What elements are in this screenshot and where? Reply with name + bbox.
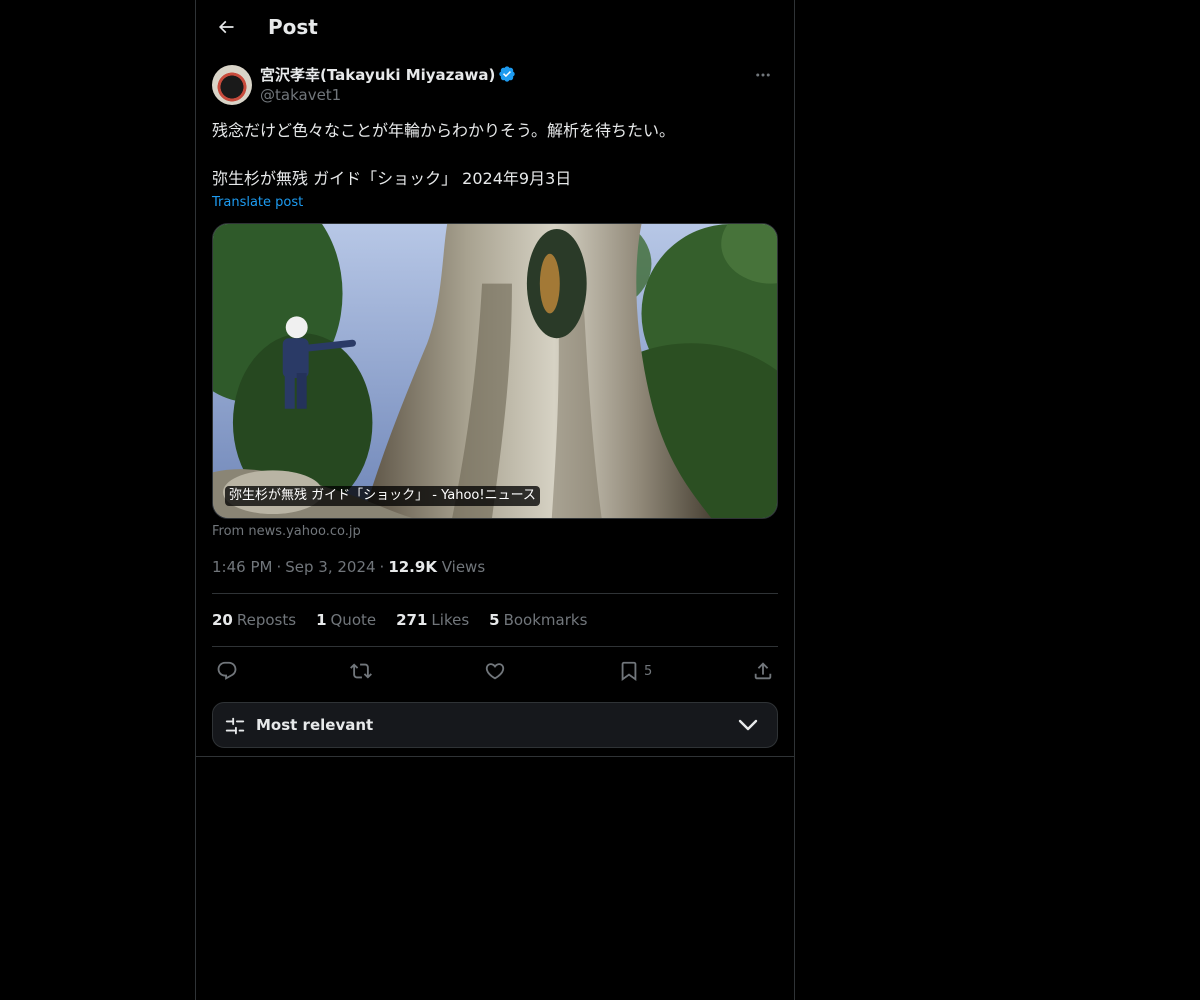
divider — [212, 593, 778, 594]
likes-label: Likes — [431, 611, 470, 629]
post-text-line: 残念だけど色々なことが年輪からわかりそう。解析を待ちたい。 — [212, 121, 676, 140]
repost-button[interactable] — [350, 653, 372, 689]
post-date[interactable]: Sep 3, 2024 — [285, 558, 375, 576]
separator-dot: · — [276, 558, 282, 576]
avatar[interactable] — [212, 65, 252, 105]
bookmarks-label: Bookmarks — [503, 611, 588, 629]
repost-icon — [350, 663, 372, 679]
bookmark-button[interactable]: 5 — [618, 653, 652, 689]
post-meta: 1:46 PM · Sep 3, 2024 · 12.9K Views — [212, 557, 485, 577]
quotes-stat[interactable]: 1 Quote — [316, 610, 376, 630]
chevron-down-icon — [738, 719, 758, 731]
post-text-line: 弥生杉が無残 ガイド「ショック」 2024年9月3日 — [212, 169, 572, 188]
likes-count: 271 — [396, 611, 428, 629]
bookmarks-count: 5 — [489, 611, 500, 629]
post-text: 残念だけど色々なことが年輪からわかりそう。解析を待ちたい。 弥生杉が無残 ガイド… — [212, 119, 778, 191]
card-caption: 弥生杉が無残 ガイド「ショック」 - Yahoo!ニュース — [225, 486, 540, 506]
reply-sort-dropdown[interactable]: Most relevant — [212, 702, 778, 748]
like-icon — [485, 663, 505, 680]
card-source[interactable]: From news.yahoo.co.jp — [212, 524, 361, 540]
post-time[interactable]: 1:46 PM — [212, 558, 272, 576]
divider — [212, 646, 778, 647]
reply-button[interactable] — [216, 653, 238, 689]
bookmarks-stat[interactable]: 5 Bookmarks — [489, 610, 587, 630]
separator-dot: · — [379, 558, 385, 576]
share-icon — [754, 662, 772, 680]
translate-post-link[interactable]: Translate post — [212, 194, 303, 212]
action-bar: 5 — [212, 653, 778, 689]
verified-badge-icon — [499, 66, 516, 82]
views-count: 12.9K — [388, 558, 437, 576]
like-button[interactable] — [484, 653, 506, 689]
reposts-label: Reposts — [236, 611, 297, 629]
author-display-name: 宮沢孝幸(Takayuki Miyazawa) — [260, 66, 496, 84]
page-header: Post — [196, 0, 794, 55]
reposts-count: 20 — [212, 611, 233, 629]
post-column: Post 宮沢孝幸(Takayuki Miyazawa) @takavet1 残… — [195, 0, 795, 1000]
likes-stat[interactable]: 271 Likes — [396, 610, 469, 630]
bookmark-action-count: 5 — [644, 663, 653, 679]
arrow-left-icon — [218, 20, 234, 34]
section-divider — [196, 756, 794, 757]
page-title: Post — [268, 15, 318, 39]
share-button[interactable] — [752, 653, 774, 689]
quotes-label: Quote — [330, 611, 377, 629]
reply-icon — [217, 661, 237, 680]
card-image — [213, 224, 777, 518]
author-row: 宮沢孝幸(Takayuki Miyazawa) @takavet1 — [212, 63, 778, 111]
sort-label: Most relevant — [256, 716, 374, 734]
back-button[interactable] — [208, 9, 244, 45]
link-preview-card[interactable]: 弥生杉が無残 ガイド「ショック」 - Yahoo!ニュース — [212, 223, 778, 519]
more-horizontal-icon — [756, 73, 770, 77]
bookmark-icon — [621, 661, 637, 682]
more-options-button[interactable] — [748, 63, 778, 87]
quotes-count: 1 — [316, 611, 327, 629]
post: 宮沢孝幸(Takayuki Miyazawa) @takavet1 残念だけど色… — [212, 63, 778, 748]
views-label: Views — [441, 558, 486, 576]
reposts-stat[interactable]: 20 Reposts — [212, 610, 296, 630]
engagement-stats: 20 Reposts 1 Quote 271 Likes 5 Bookmarks — [212, 610, 587, 630]
author-name-link[interactable]: 宮沢孝幸(Takayuki Miyazawa) — [260, 64, 516, 86]
sliders-icon — [225, 717, 245, 735]
author-handle[interactable]: @takavet1 — [260, 85, 341, 105]
